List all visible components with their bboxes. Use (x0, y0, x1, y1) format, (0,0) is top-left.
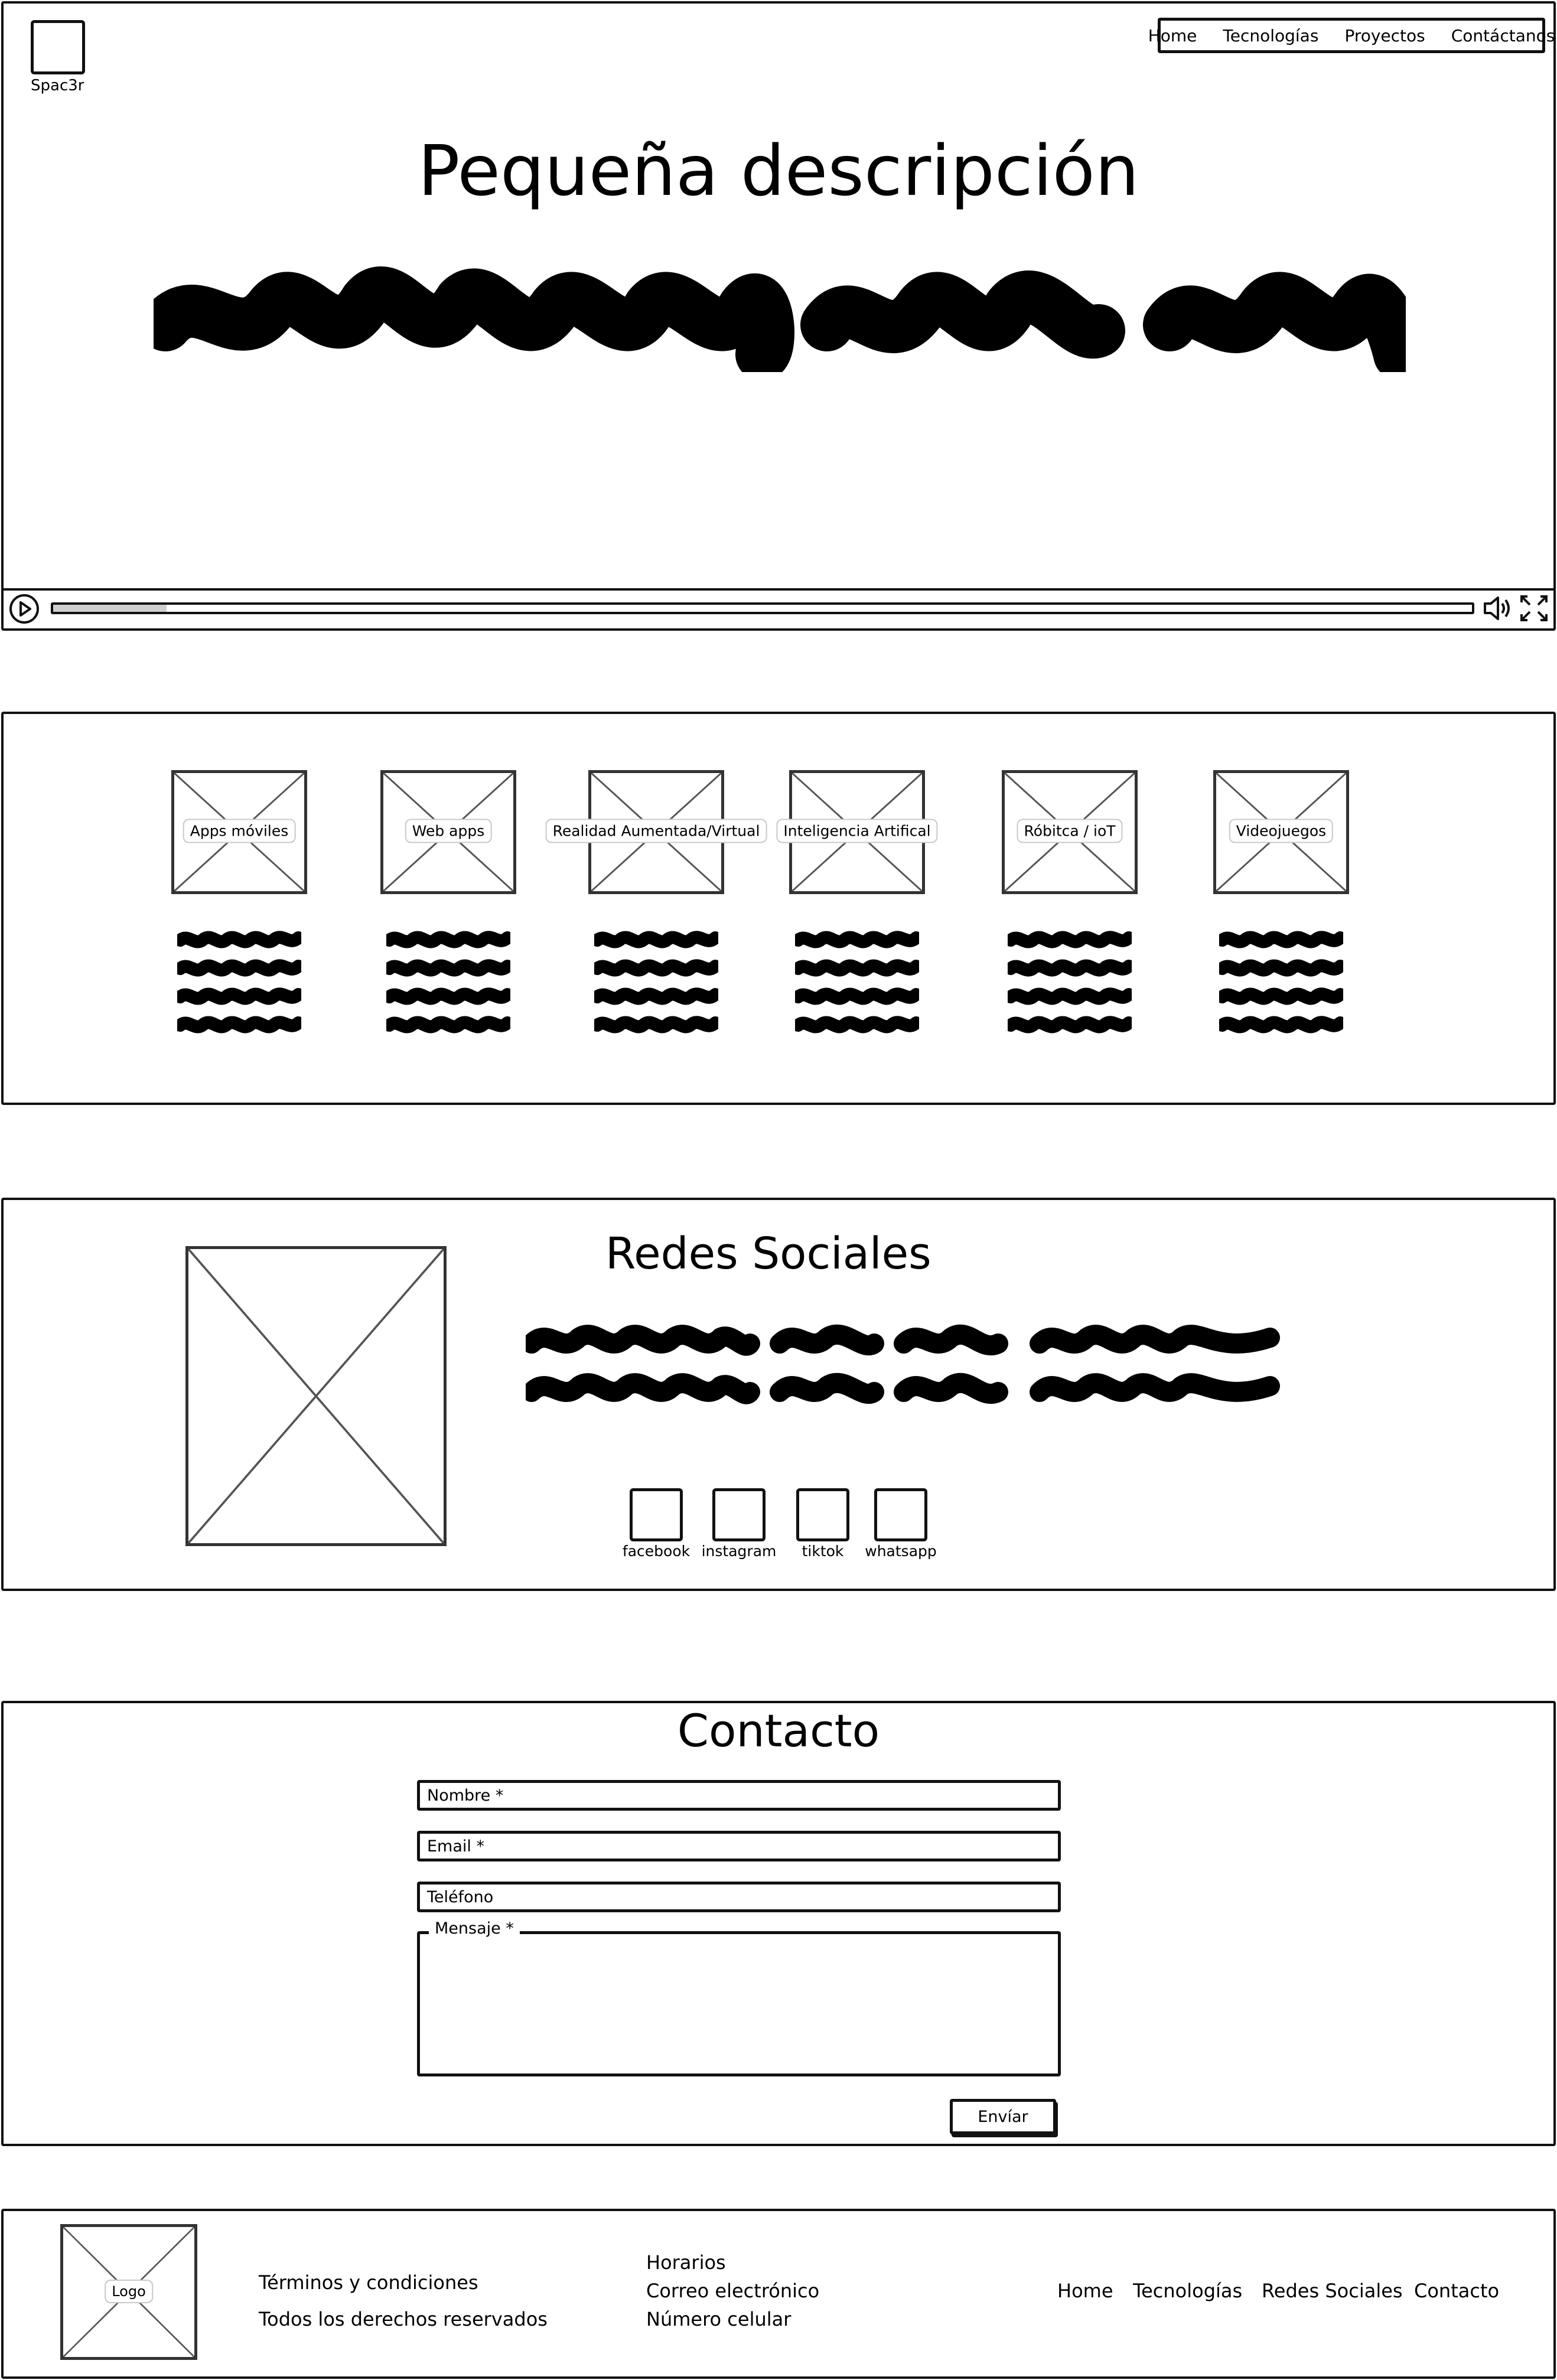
name-field-label: Nombre * (427, 1786, 504, 1805)
top-nav: Home Tecnologías Proyectos Contáctanos (1148, 18, 1555, 53)
footer-phone: Número celular (646, 2308, 791, 2330)
name-field[interactable]: Nombre * (417, 1780, 1061, 1811)
contact-section (1, 1701, 1556, 2146)
tech-label[interactable]: Inteligencia Artifical (776, 819, 938, 843)
video-progress-bar[interactable] (51, 602, 1474, 614)
whatsapp-icon[interactable] (874, 1488, 927, 1541)
social-link-label[interactable]: whatsapp (856, 1543, 945, 1560)
footer-logo-label: Logo (105, 2280, 153, 2303)
footer-rights-text: Todos los derechos reservados (259, 2308, 548, 2330)
social-link-label[interactable]: facebook (612, 1543, 701, 1560)
tech-label[interactable]: Web apps (405, 819, 492, 843)
tech-label[interactable]: Róbitca / ioT (1017, 819, 1123, 843)
tech-label[interactable]: Apps móviles (183, 819, 296, 843)
tech-description-scribble (795, 931, 919, 1033)
nav-item-contactanos[interactable]: Contáctanos (1451, 26, 1555, 45)
tech-description-scribble (1219, 931, 1343, 1033)
footer-link-home[interactable]: Home (1057, 2280, 1113, 2302)
contact-title: Contacto (677, 1704, 880, 1757)
email-field[interactable]: Email * (417, 1831, 1061, 1861)
volume-icon[interactable] (1481, 593, 1514, 624)
phone-field[interactable]: Teléfono (417, 1882, 1061, 1912)
brand-logo[interactable] (31, 20, 85, 74)
social-title: Redes Sociales (605, 1228, 931, 1279)
footer-link-contacto[interactable]: Contacto (1414, 2280, 1499, 2302)
facebook-icon[interactable] (630, 1488, 683, 1541)
social-image-placeholder (185, 1246, 447, 1546)
brand-name: Spac3r (31, 77, 84, 94)
footer-link-redes-sociales[interactable]: Redes Sociales (1262, 2280, 1403, 2302)
message-textarea[interactable] (417, 1931, 1061, 2076)
video-progress-fill (53, 605, 167, 612)
tech-description-scribble (386, 931, 510, 1033)
email-field-label: Email * (427, 1837, 484, 1856)
footer-link-tecnologias[interactable]: Tecnologías (1133, 2280, 1242, 2302)
nav-item-home[interactable]: Home (1148, 26, 1197, 45)
tech-label[interactable]: Realidad Aumentada/Virtual (545, 819, 767, 843)
tech-description-scribble (594, 931, 718, 1033)
message-label: Mensaje * (429, 1919, 520, 1938)
submit-button-label: Envíar (978, 2107, 1028, 2126)
social-text-scribble (526, 1324, 1280, 1404)
tech-description-scribble (177, 931, 301, 1033)
nav-item-tecnologias[interactable]: Tecnologías (1223, 26, 1318, 45)
tech-label[interactable]: Videojuegos (1229, 819, 1334, 843)
footer-hours: Horarios (646, 2251, 726, 2274)
play-icon[interactable] (8, 593, 40, 625)
footer-terms-link[interactable]: Términos y condiciones (259, 2271, 478, 2294)
instagram-icon[interactable] (712, 1488, 766, 1541)
social-link-label[interactable]: tiktok (778, 1543, 867, 1560)
social-link-label[interactable]: instagram (695, 1543, 783, 1560)
hero-text-scribble (154, 266, 1406, 372)
nav-item-proyectos[interactable]: Proyectos (1344, 26, 1425, 45)
phone-field-label: Teléfono (427, 1887, 494, 1906)
footer-email: Correo electrónico (646, 2280, 820, 2302)
tiktok-icon[interactable] (796, 1488, 849, 1541)
tech-description-scribble (1008, 931, 1132, 1033)
fullscreen-icon[interactable] (1518, 593, 1550, 624)
hero-title: Pequeña descripción (418, 130, 1139, 211)
submit-button[interactable]: Envíar (950, 2099, 1056, 2134)
